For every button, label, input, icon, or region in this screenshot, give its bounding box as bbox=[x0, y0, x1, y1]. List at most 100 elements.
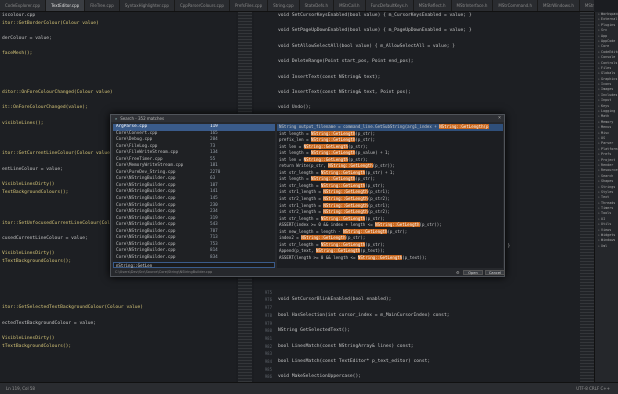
preview-text: (p_text)); bbox=[360, 248, 386, 254]
line-number: 977 bbox=[264, 305, 272, 311]
match-highlight: NString::GetLength bbox=[320, 215, 366, 221]
editor-tab[interactable]: MStrReflect.h bbox=[414, 0, 452, 11]
editor-tab[interactable]: SyntaxHighlighter.cpp bbox=[120, 0, 175, 11]
editor-tab[interactable]: CodeExplorer.cpp bbox=[0, 0, 47, 11]
preview-text: int length = bbox=[279, 176, 312, 182]
dialog-title: Search - 352 matches bbox=[120, 116, 165, 121]
folder-icon: ▸ bbox=[598, 44, 601, 49]
code-line: void InsertText(const NString& text, Poi… bbox=[278, 89, 411, 95]
folder-icon: ▸ bbox=[598, 33, 601, 38]
tree-item-label: Render bbox=[601, 162, 614, 167]
match-highlight: NString::GetLength bbox=[311, 137, 356, 143]
folder-icon: ▸ bbox=[598, 130, 601, 135]
line-number: 976 bbox=[264, 297, 272, 303]
tree-item-label: Views bbox=[601, 227, 612, 232]
preview-text: (p_str); bbox=[348, 156, 368, 162]
editor-tab[interactable]: MStrWindows.h bbox=[538, 0, 580, 11]
tree-item-label: Misc bbox=[601, 130, 610, 135]
preview-text: int new_length = length - bbox=[279, 228, 344, 234]
result-file: Core\NStringBuilder.cpp bbox=[116, 202, 176, 208]
editor-tab[interactable]: FuncDefaultKeys.h bbox=[366, 0, 414, 11]
editor-tab[interactable]: MStrInterface.h bbox=[452, 0, 494, 11]
tree-item-label: Threads bbox=[601, 200, 616, 205]
editor-tab[interactable]: MStrCommand.h bbox=[493, 0, 538, 11]
search-input[interactable]: nString::GetLen bbox=[113, 262, 275, 268]
code-line: bool LinesMatch(const NStringArray& line… bbox=[278, 343, 414, 349]
tree-item-label: Xml bbox=[601, 243, 608, 248]
folder-icon: ▸ bbox=[598, 173, 601, 178]
result-file: Core\NStringBuilder.cpp bbox=[116, 222, 176, 228]
folder-icon: ▸ bbox=[598, 103, 601, 108]
match-highlight: NString::GetLength bbox=[303, 143, 349, 149]
preview-text: int length = bbox=[279, 130, 312, 136]
folder-icon: ▸ bbox=[598, 87, 601, 92]
folder-icon: ▸ bbox=[598, 146, 601, 151]
options-icon[interactable]: ⚙ bbox=[456, 269, 460, 276]
folder-icon: ▸ bbox=[598, 135, 601, 140]
code-line: void MakeSelectionUppercase(); bbox=[278, 374, 361, 380]
code-line: VisibleLinesDirty() bbox=[2, 335, 55, 341]
match-highlight: NString::GetLength bbox=[311, 130, 356, 136]
editor-tab[interactable]: CppParserColours.cpp bbox=[175, 0, 230, 11]
preview-text: (p_str); bbox=[348, 143, 368, 149]
folder-icon: ▸ bbox=[598, 206, 601, 211]
match-highlight: NString::GetLength(p bbox=[439, 124, 489, 129]
preview-text: (p_str); bbox=[355, 130, 376, 136]
folder-icon: ▸ bbox=[598, 141, 601, 146]
tree-item-label: Shapes bbox=[601, 179, 614, 184]
editor-tab[interactable]: FileTree.cpp bbox=[85, 0, 120, 11]
close-icon[interactable]: × bbox=[498, 115, 501, 122]
preview-text: prefix_len = bbox=[279, 137, 312, 143]
code-line: void SetAllowSelectAll(bool value) { m_A… bbox=[278, 43, 456, 49]
tree-item-label: Controls bbox=[601, 60, 618, 65]
folder-icon: ▸ bbox=[598, 22, 601, 27]
code-line: bool LinesMatch(const TextEditor* p_text… bbox=[278, 358, 431, 364]
tree-item-label: Includes bbox=[601, 92, 618, 97]
line-number bbox=[254, 74, 272, 82]
folder-icon: ▸ bbox=[598, 189, 601, 194]
line-number: 979 bbox=[264, 320, 272, 326]
editor-tab[interactable]: PrefsFiles.cpp bbox=[230, 0, 269, 11]
editor-tab[interactable]: MStrSettings.h bbox=[580, 0, 594, 11]
preview-text: int str1_length = bbox=[279, 202, 324, 208]
match-highlight: NString::GetLength bbox=[323, 196, 368, 202]
project-tree[interactable]: ▸Workspace (Modified)▸External▸Plugins▸S… bbox=[594, 12, 618, 382]
results-list[interactable]: ArgParse.cpp 119 Core\Convert.cpp 165 Core\D… bbox=[113, 124, 275, 262]
tree-item[interactable]: ▸Xml bbox=[595, 244, 618, 249]
tree-item-label: Images bbox=[601, 87, 614, 92]
line-number bbox=[254, 35, 272, 43]
editor-tab[interactable]: String.cpp bbox=[268, 0, 300, 11]
folder-icon: ▸ bbox=[598, 233, 601, 238]
result-row[interactable]: Core\NStringBuilder.cpp 834 bbox=[113, 255, 275, 262]
preview-text: int str_length = bbox=[279, 215, 321, 221]
editor-tab[interactable]: StateDefs.h bbox=[300, 0, 335, 11]
result-line-number: 834 bbox=[210, 254, 218, 260]
folder-icon: ▸ bbox=[598, 227, 601, 232]
code-line: void Undo(); bbox=[278, 105, 312, 111]
preview-text: (p_text)); bbox=[402, 254, 427, 260]
dialog-title-bar: ⌕ Search - 352 matches bbox=[111, 115, 504, 122]
line-number bbox=[254, 43, 272, 51]
tree-item-label: Widgets bbox=[601, 233, 616, 238]
right-minimap[interactable] bbox=[580, 12, 594, 382]
cancel-button[interactable]: Cancel bbox=[485, 270, 505, 275]
line-number: 980 bbox=[264, 328, 272, 334]
tree-item-label: Prefs bbox=[601, 152, 612, 157]
line-number bbox=[254, 81, 272, 89]
tree-item-label: Resources bbox=[601, 168, 618, 173]
footer-path: C:\Users\Dev\Src\Source\Core\String\NStr… bbox=[115, 270, 213, 274]
preview-text: int len = bbox=[279, 143, 304, 149]
open-button[interactable]: Open bbox=[463, 270, 483, 275]
editor-tab[interactable]: MStrCall.h bbox=[334, 0, 366, 11]
match-highlight: NString::GetLength bbox=[303, 156, 349, 162]
line-number: 984 bbox=[264, 358, 272, 364]
preview-text: (p_str); bbox=[365, 182, 385, 188]
preview-text: index2 = bbox=[279, 235, 302, 241]
editor-tab[interactable]: TextEditor.cpp bbox=[46, 0, 86, 11]
